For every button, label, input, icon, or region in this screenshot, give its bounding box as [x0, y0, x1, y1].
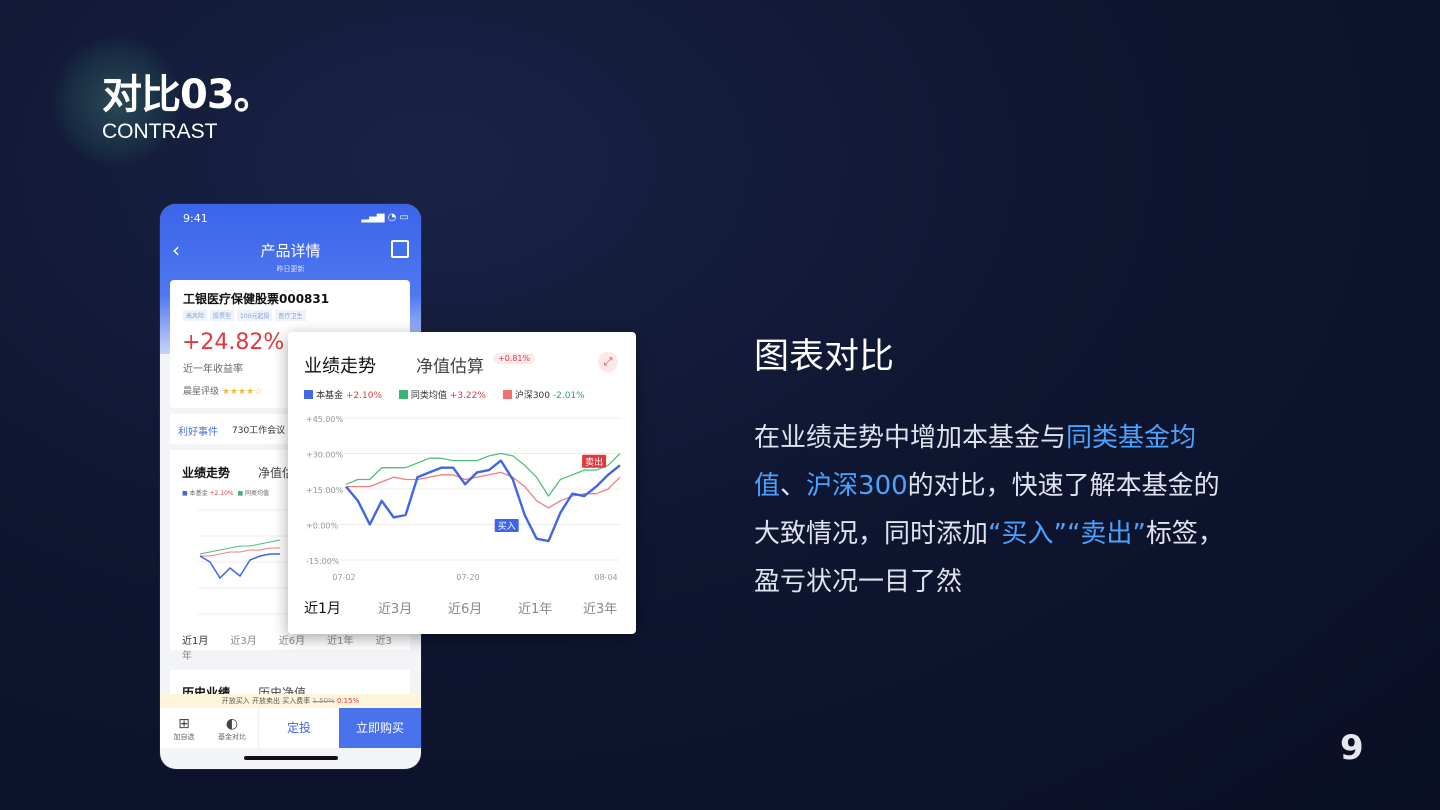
section-heading: 图表对比	[754, 337, 895, 377]
legend-name: 同类均值	[410, 391, 447, 401]
add-icon: ⊞	[178, 716, 190, 732]
perf-title[interactable]: 业绩走势	[182, 464, 230, 481]
fund-tags: 高风险 股票型 100元起投 医疗卫生	[183, 310, 309, 321]
mini-period[interactable]: 近6月	[279, 636, 305, 647]
period-tab[interactable]: 近1月	[304, 598, 341, 618]
add-watchlist-button[interactable]: ⊞ 加自选	[164, 716, 204, 742]
compare-label: 基金对比	[218, 733, 246, 741]
perf-legend: ■ 本基金 +2.10% ■ 同类均值	[182, 490, 270, 497]
tab-nav-estimate[interactable]: 净值估算	[416, 352, 484, 377]
fund-tag: 高风险	[183, 310, 208, 321]
fund-tag: 100元起投	[237, 310, 273, 321]
period-tab[interactable]: 近1年	[518, 598, 552, 617]
series-line-2	[346, 471, 621, 509]
y-tick-label: +0.00%	[306, 522, 339, 531]
status-icons: ▂▄▆ ◔ ▭	[361, 212, 409, 223]
fund-tag: 医疗卫生	[275, 310, 306, 321]
legend-value: +2.10%	[345, 391, 383, 401]
notice-fee: 0.15%	[336, 697, 360, 705]
estimate-badge: +0.81%	[493, 353, 536, 364]
legend-item-peer: 同类均值 +3.22%	[398, 390, 486, 401]
desc-text: 、	[780, 471, 807, 501]
buy-now-button[interactable]: 立即购买	[339, 708, 421, 748]
y-tick-label: +30.00%	[306, 451, 344, 460]
legend-item-hs300: 沪深300 -2.01%	[502, 390, 585, 401]
section-description: 在业绩走势中增加本基金与同类基金均值、沪深300的对比，快速了解本基金的大致情况…	[754, 414, 1234, 606]
nav-subtitle: 昨日更新	[276, 265, 305, 273]
event-text: 730工作会议	[232, 426, 286, 436]
desc-highlight: 沪深300	[806, 471, 908, 501]
legend-peer: 同类均值	[245, 490, 270, 497]
x-tick-label: 07-02	[332, 573, 355, 582]
period-tab[interactable]: 近3月	[378, 598, 412, 617]
desc-highlight: “买入”“卖出”	[988, 519, 1146, 549]
slide-subtitle: CONTRAST	[102, 120, 218, 143]
tab-performance[interactable]: 业绩走势	[304, 352, 376, 378]
legend-fund: 本基金	[189, 490, 208, 497]
slide-title: 对比03。	[102, 72, 274, 118]
mini-period[interactable]: 近1月	[182, 636, 208, 647]
rating: 晨星评级 ★★★★☆	[183, 384, 262, 397]
period-tab[interactable]: 近6月	[448, 598, 482, 617]
series-line-1	[345, 452, 621, 497]
event-label: 利好事件	[178, 427, 218, 438]
chart-legend: 本基金 +2.10% 同类均值 +3.22% 沪深300 -2.01%	[304, 388, 599, 401]
fund-tag: 股票型	[210, 310, 235, 321]
legend-value: -2.01%	[552, 391, 585, 401]
legend-value: +3.22%	[449, 391, 486, 401]
notice-old-fee: 1.50%	[312, 697, 335, 705]
x-tick-label: 08-04	[594, 573, 617, 582]
add-watchlist-label: 加自选	[173, 733, 195, 741]
bottom-bar: ⊞ 加自选 ◐ 基金对比 定投 立即购买	[160, 708, 421, 748]
dingtou-button[interactable]: 定投	[258, 708, 339, 748]
buy-label: 买入	[498, 521, 516, 532]
legend-name: 本基金	[316, 391, 344, 401]
legend-fund-value: +2.10%	[209, 490, 234, 497]
expand-icon[interactable]: ⤢	[598, 352, 618, 372]
y-tick-label: +45.00%	[306, 415, 344, 424]
y-tick-label: -15.00%	[306, 557, 340, 566]
return-value: +24.82%	[182, 330, 285, 355]
sell-label: 卖出	[585, 456, 603, 468]
mini-period[interactable]: 近3月	[230, 636, 256, 647]
fund-name: 工银医疗保健股票000831	[183, 292, 330, 306]
compare-icon: ◐	[225, 716, 239, 732]
star-icon: ★★★★☆	[221, 387, 263, 397]
legend-name: 沪深300	[514, 391, 550, 401]
page-number: 9	[1340, 728, 1364, 768]
status-time: 9:41	[183, 212, 208, 225]
home-indicator	[244, 756, 338, 760]
y-tick-label: +15.00%	[306, 486, 344, 495]
rating-label: 晨星评级	[183, 387, 220, 397]
chart-popup-card: 业绩走势 净值估算 +0.81% ⤢ 本基金 +2.10% 同类均值 +3.22…	[288, 332, 636, 634]
period-tab[interactable]: 近3年	[583, 598, 617, 617]
compare-button[interactable]: ◐ 基金对比	[212, 716, 252, 742]
mini-periods: 近1月 近3月 近6月 近1年 近3年	[182, 632, 410, 662]
period-tabs: 近1月 近3月 近6月 近1年 近3年	[288, 598, 636, 620]
desc-text: 在业绩走势中增加本基金与	[754, 423, 1067, 453]
x-tick-label: 07-20	[456, 573, 479, 582]
return-label: 近一年收益率	[183, 364, 243, 375]
performance-chart: +45.00% +30.00% +15.00% +0.00% -15.00% 07-02 0…	[306, 415, 621, 582]
legend-item-fund: 本基金 +2.10%	[304, 390, 383, 401]
nav-title: 产品详情	[260, 242, 321, 260]
fee-notice: 开放买入 开放卖出 买入费率 1.50% 0.15%	[160, 694, 421, 708]
share-icon[interactable]	[391, 240, 409, 258]
mini-period[interactable]: 近1年	[327, 636, 353, 647]
notice-text: 开放买入 开放卖出 买入费率	[221, 697, 311, 705]
